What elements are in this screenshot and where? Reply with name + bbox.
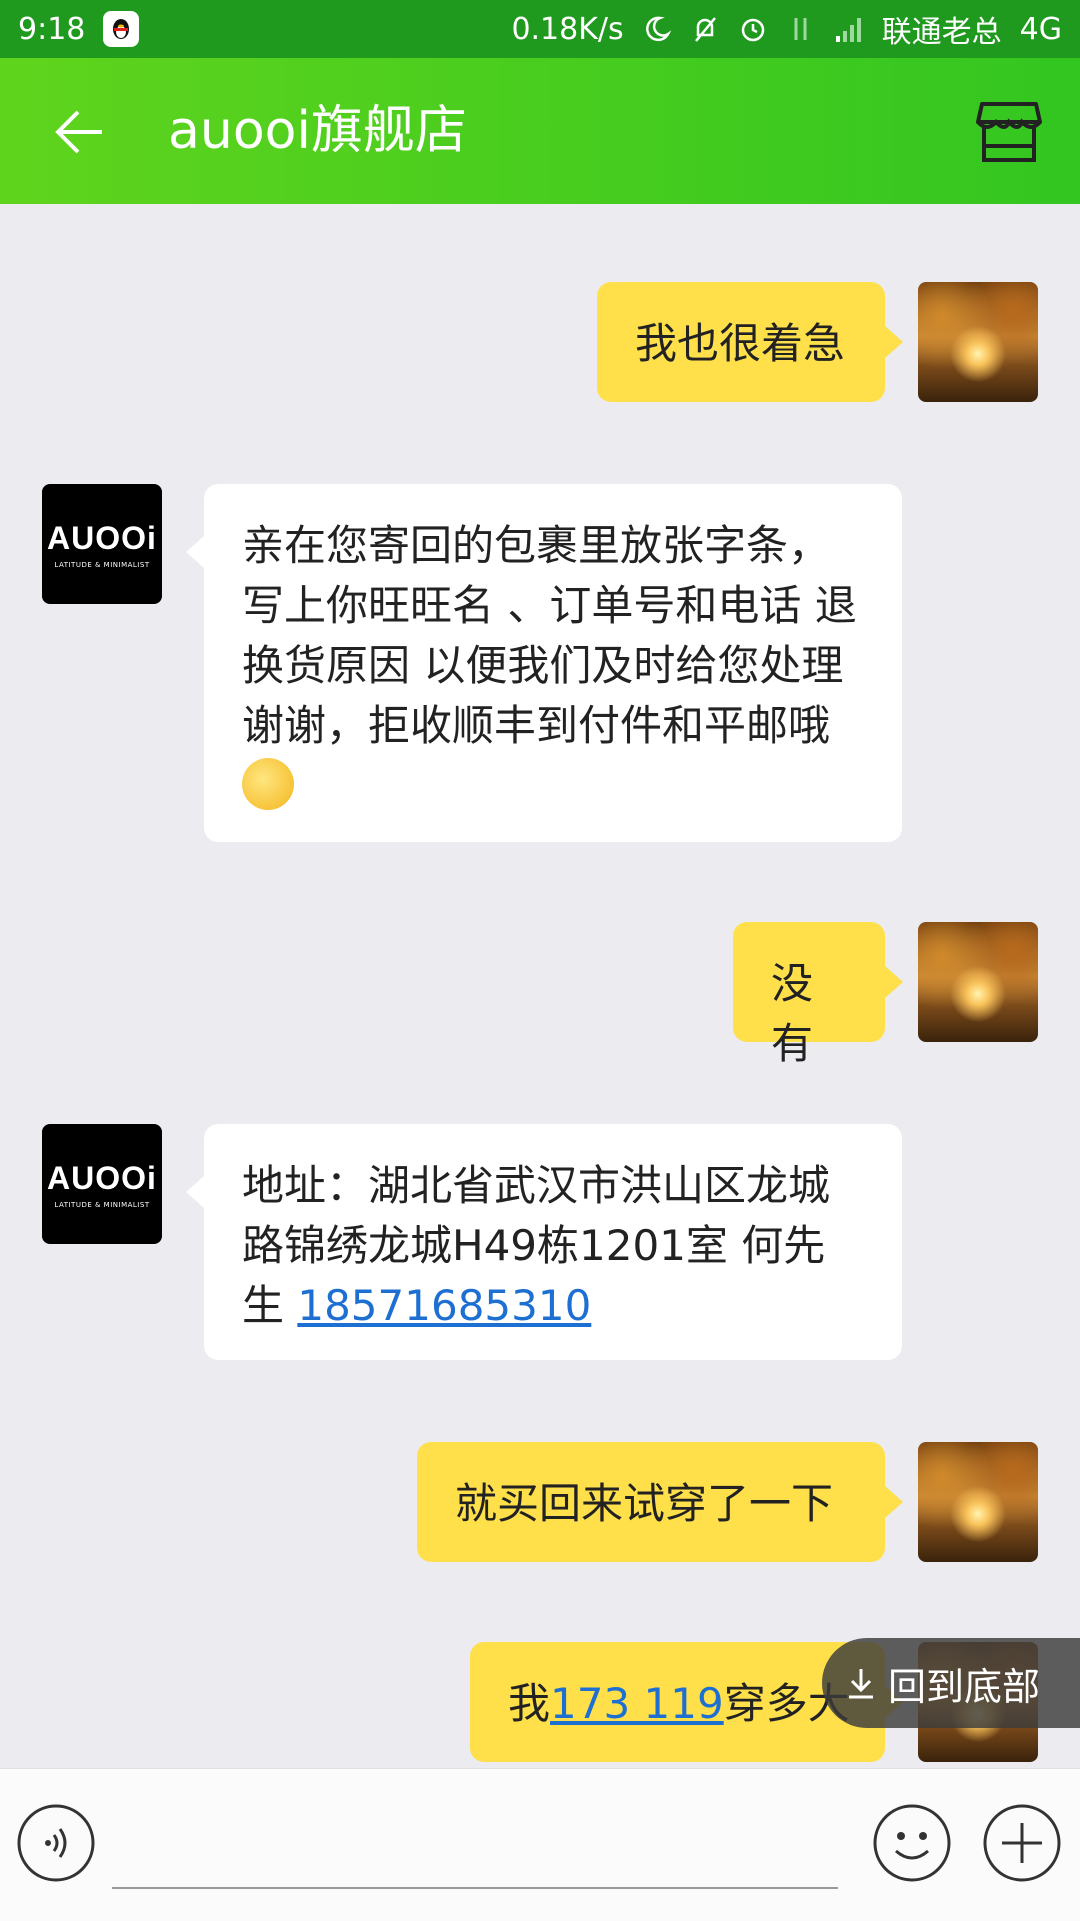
shop-avatar[interactable]: AUOOi LATITUDE & MINIMALIST [42, 1124, 162, 1244]
shop-avatar-brand: AUOOi [47, 519, 157, 556]
thinking-emoji-icon [242, 758, 294, 810]
message-text: 没有 [771, 959, 814, 1068]
alarm-icon [741, 18, 764, 42]
message-bubble-outgoing[interactable]: 没有 [733, 922, 903, 1068]
status-right: 0.18K/s 联通老总 4G [511, 7, 1062, 51]
status-bar: 9:18 0.18K/s 联通老总 4G [0, 0, 1080, 58]
message-bubble-incoming[interactable]: 亲在您寄回的包裹里放张字条，写上你旺旺名 、订单号和电话 退换货原因 以便我们及… [186, 484, 902, 842]
shop-avatar-brand: AUOOi [47, 1159, 157, 1196]
message-text: 就买回来试穿了一下 [455, 1479, 834, 1528]
emoji-icon[interactable] [872, 1803, 952, 1883]
page-title: auooi旗舰店 [168, 101, 467, 161]
data-arrows-icon [794, 18, 807, 40]
network-speed: 0.18K/s [511, 11, 624, 47]
message-text: 我也很着急 [635, 319, 846, 368]
status-time: 9:18 [18, 11, 86, 47]
back-arrow-icon[interactable] [50, 102, 110, 162]
message-text: 我 [508, 1679, 551, 1728]
shop-avatar-tagline: LATITUDE & MINIMALIST [54, 560, 150, 569]
app-bar: auooi旗舰店 [0, 58, 1080, 204]
qq-notification-icon [103, 11, 140, 47]
shop-avatar[interactable]: AUOOi LATITUDE & MINIMALIST [42, 484, 162, 604]
voice-input-icon[interactable] [16, 1803, 96, 1883]
back-to-bottom-button[interactable]: 回到底部 [822, 1638, 1080, 1728]
phone-number-link[interactable]: 18571685310 [297, 1281, 591, 1330]
message-bubble-outgoing[interactable]: 我173 119穿多大 [470, 1642, 903, 1762]
store-icon[interactable] [976, 100, 1042, 164]
message-bubble-outgoing[interactable]: 就买回来试穿了一下 [417, 1442, 903, 1562]
message-link[interactable]: 173 119 [550, 1679, 724, 1728]
message-text: 亲在您寄回的包裹里放张字条，写上你旺旺名 、订单号和电话 退换货原因 以便我们及… [242, 521, 857, 750]
user-avatar[interactable] [918, 282, 1038, 402]
mute-bell-icon [694, 17, 716, 42]
user-avatar[interactable] [918, 922, 1038, 1042]
message-bubble-incoming[interactable]: 地址：湖北省武汉市洪山区龙城路锦绣龙城H49栋1201室 何先生 1857168… [186, 1124, 902, 1360]
moon-icon [645, 16, 672, 42]
input-bar [0, 1768, 1080, 1921]
user-avatar[interactable] [918, 1442, 1038, 1562]
download-arrow-icon [849, 1669, 873, 1699]
network-type: 4G [1019, 11, 1062, 47]
back-to-bottom-label: 回到底部 [888, 1664, 1041, 1709]
message-input[interactable] [112, 1799, 838, 1889]
message-bubble-outgoing[interactable]: 我也很着急 [597, 282, 903, 402]
shop-avatar-tagline: LATITUDE & MINIMALIST [54, 1200, 150, 1209]
signal-icon [835, 18, 861, 42]
carrier-name: 联通老总 [881, 15, 1002, 50]
plus-icon[interactable] [982, 1803, 1062, 1883]
